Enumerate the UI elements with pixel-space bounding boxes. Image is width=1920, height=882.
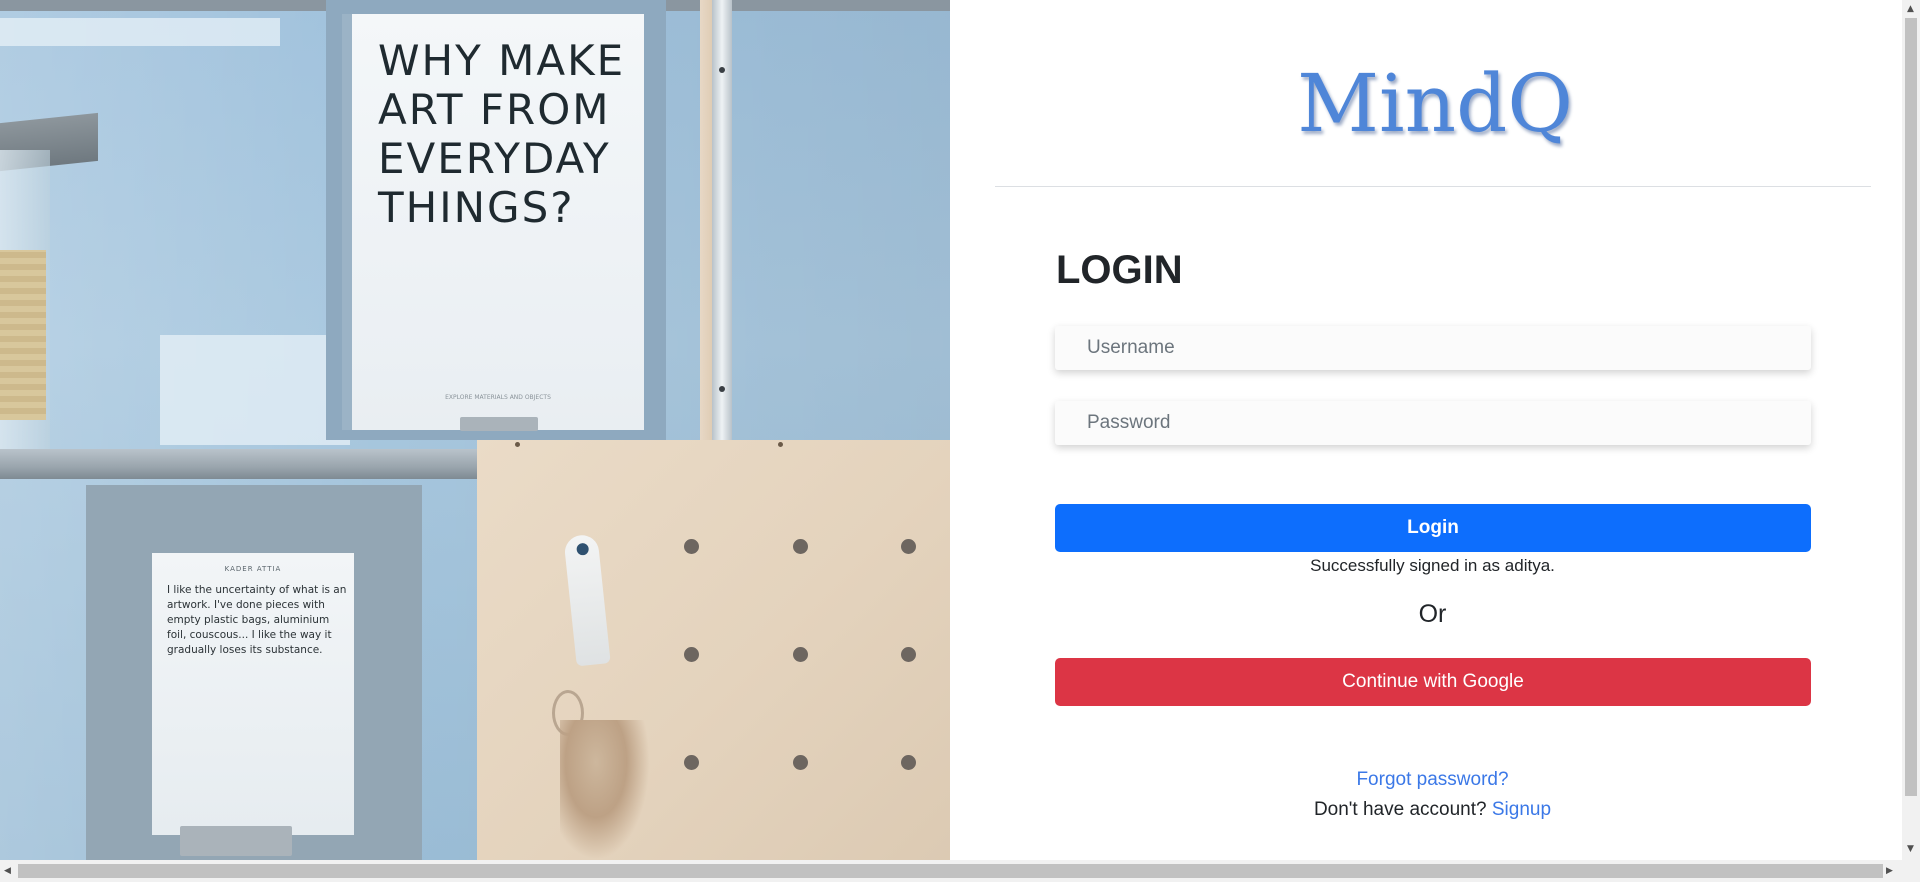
no-account-text: Don't have account? xyxy=(1313,799,1487,820)
horizontal-scrollbar[interactable]: ◀ ▶ xyxy=(0,860,1920,882)
board-pin xyxy=(778,442,783,447)
poster-small-text: I like the uncertainty of what is an art… xyxy=(167,584,347,656)
vertical-scroll-thumb[interactable] xyxy=(1905,18,1917,796)
peg-hole xyxy=(684,755,699,770)
peg-hole xyxy=(684,647,699,662)
jar-contents xyxy=(0,250,46,420)
peg-hole xyxy=(684,539,699,554)
poster-main-footer: EXPLORE MATERIALS AND OBJECTS xyxy=(445,394,551,401)
tassel xyxy=(560,720,650,860)
board-pin xyxy=(515,442,520,447)
metal-upright xyxy=(712,0,732,440)
peg-hole xyxy=(901,755,916,770)
poster-small-title: KADER ATTIA xyxy=(224,565,282,573)
poster-small-clip xyxy=(180,826,292,856)
poster-main: WHY MAKE ART FROM EVERYDAY THINGS? EXPLO… xyxy=(352,14,644,430)
brand-logo: MindQ xyxy=(1297,57,1573,150)
scroll-down-icon[interactable]: ▼ xyxy=(1907,843,1914,855)
scroll-up-icon[interactable]: ▲ xyxy=(1907,3,1914,15)
header-divider xyxy=(995,186,1871,187)
peg-hole xyxy=(793,539,808,554)
pegboard xyxy=(477,440,950,860)
scroll-right-icon[interactable]: ▶ xyxy=(1886,865,1893,877)
peg-hole xyxy=(793,755,808,770)
poster-small: KADER ATTIA I like the uncertainty of wh… xyxy=(152,553,354,835)
upright-hole xyxy=(719,386,725,392)
password-input[interactable] xyxy=(1055,401,1811,445)
light-patch xyxy=(160,335,350,445)
light-strip xyxy=(0,18,280,46)
vertical-scrollbar[interactable]: ▲ ▼ xyxy=(1902,0,1920,860)
signup-row: Don't have account? Signup xyxy=(950,799,1915,821)
signup-link[interactable]: Signup xyxy=(1492,799,1551,820)
scroll-left-icon[interactable]: ◀ xyxy=(4,865,11,877)
status-message: Successfully signed in as aditya. xyxy=(1310,556,1555,575)
or-separator: Or xyxy=(1418,600,1447,628)
peg-hole xyxy=(901,539,916,554)
google-login-button[interactable]: Continue with Google xyxy=(1055,658,1811,706)
username-input[interactable] xyxy=(1055,326,1811,370)
peg-hole xyxy=(901,647,916,662)
poster-clip xyxy=(460,417,538,431)
forgot-password-row: Forgot password? xyxy=(950,769,1915,791)
login-heading: LOGIN xyxy=(1056,248,1183,292)
login-button[interactable]: Login xyxy=(1055,504,1811,552)
horizontal-scroll-thumb[interactable] xyxy=(18,864,1883,878)
peg-hole xyxy=(793,647,808,662)
upright-hole xyxy=(719,67,725,73)
tag-hole xyxy=(576,542,590,556)
forgot-password-link[interactable]: Forgot password? xyxy=(1356,769,1508,790)
hero-photo: WHY MAKE ART FROM EVERYDAY THINGS? EXPLO… xyxy=(0,0,950,860)
poster-main-text: WHY MAKE ART FROM EVERYDAY THINGS? xyxy=(378,36,626,232)
shelf xyxy=(0,449,480,479)
